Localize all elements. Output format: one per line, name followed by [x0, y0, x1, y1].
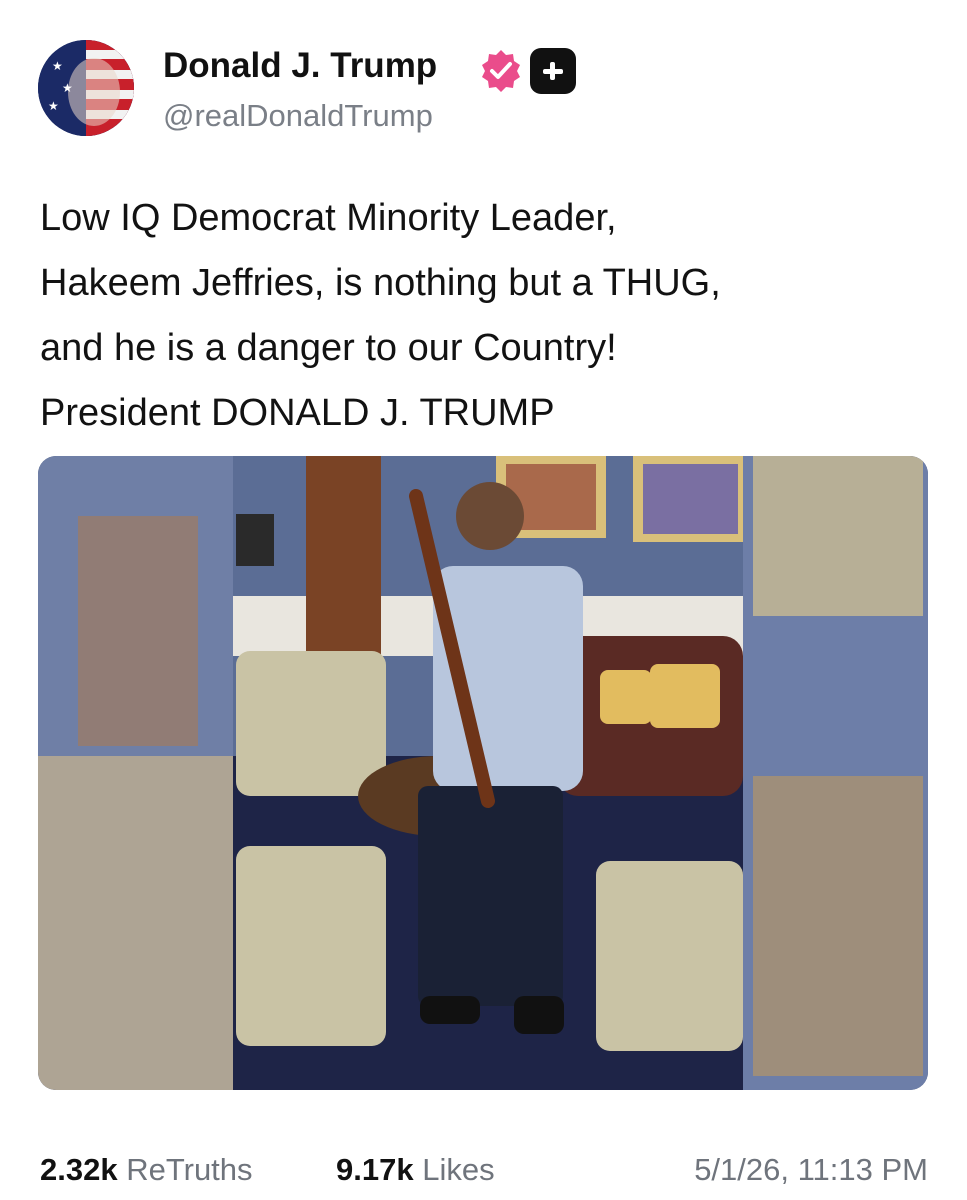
retruths-label: ReTruths: [126, 1152, 253, 1187]
verified-badge-icon: [482, 50, 520, 92]
post-line: President DONALD J. TRUMP: [40, 392, 555, 434]
svg-text:★: ★: [52, 59, 63, 73]
retruths-count: 2.32k: [40, 1152, 118, 1187]
plus-badge-icon: [530, 48, 576, 94]
author-name[interactable]: Donald J. Trump: [163, 46, 437, 86]
post-line: Low IQ Democrat Minority Leader,: [40, 197, 617, 239]
photo-illustration: [38, 456, 928, 1090]
avatar[interactable]: ★ ★ ★: [38, 40, 134, 136]
likes-label: Likes: [422, 1152, 495, 1187]
svg-text:★: ★: [62, 81, 73, 95]
post-image[interactable]: [38, 456, 928, 1090]
author-handle[interactable]: @realDonaldTrump: [163, 98, 433, 134]
svg-text:★: ★: [48, 99, 59, 113]
post-line: Hakeem Jeffries, is nothing but a THUG,: [40, 262, 721, 304]
post-line: and he is a danger to our Country!: [40, 327, 617, 369]
post-timestamp[interactable]: 5/1/26, 11:13 PM: [694, 1152, 928, 1188]
likes-count: 9.17k: [336, 1152, 414, 1187]
avatar-image: ★ ★ ★: [38, 40, 134, 136]
likes-stat[interactable]: 9.17k Likes: [336, 1152, 495, 1188]
post-text: Low IQ Democrat Minority Leader, Hakeem …: [40, 186, 940, 446]
retruths-stat[interactable]: 2.32k ReTruths: [40, 1152, 253, 1188]
